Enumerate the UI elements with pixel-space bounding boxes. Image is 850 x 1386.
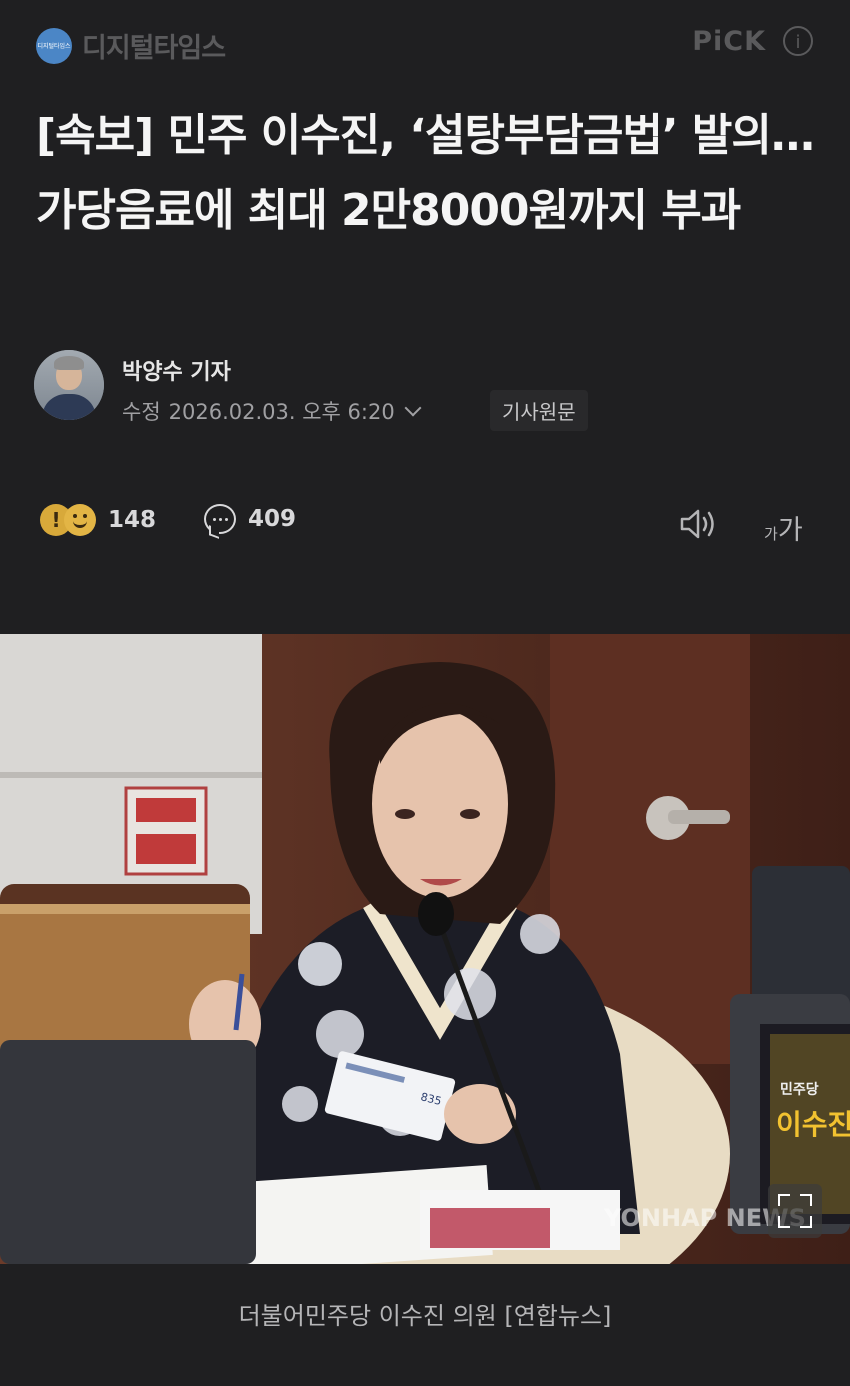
font-size-small: 가 (764, 525, 778, 543)
comment-icon (204, 504, 236, 534)
font-size-big: 가 (777, 515, 803, 546)
reporter-name[interactable]: 박양수 기자 (122, 354, 231, 386)
date-value: 2026.02.03. 오후 6:20 (168, 400, 395, 424)
date-label: 수정 (122, 400, 161, 424)
photo-caption: 더불어민주당 이수진 의원 [연합뉴스] (238, 1302, 612, 1330)
article-title: [속보] 민주 이수진, ‘설탕부담금법’ 발의…가당음료에 최대 2만8000… (36, 110, 815, 236)
press-name: 디지털타임스 (82, 33, 226, 64)
expand-icon[interactable] (768, 1184, 822, 1238)
info-icon[interactable]: i (783, 26, 813, 56)
font-size-button[interactable]: 가가 (764, 508, 803, 547)
press-logo[interactable]: 디지털타임스 디지털타임스 (36, 26, 226, 65)
press-logo-small-text: 디지털타임스 (37, 43, 71, 50)
pick-label[interactable]: PiCK (692, 26, 766, 57)
reaction-button[interactable]: ! 148 (40, 504, 156, 536)
comment-count: 409 (248, 506, 297, 532)
smile-emoji-icon (64, 504, 96, 536)
placard-line2: 이수진 (776, 1108, 850, 1141)
chevron-down-icon[interactable] (404, 399, 422, 417)
placard-line1: 민주당 (780, 1081, 819, 1098)
article-photo[interactable]: 835 민주당 이수진 YONHAP NEWS (0, 634, 850, 1264)
photo-illustration: 835 민주당 이수진 YONHAP NEWS (0, 634, 850, 1264)
original-article-button[interactable]: 기사원문 (490, 390, 588, 431)
article-actions: ! 148 409 가가 (0, 498, 850, 554)
press-logo-icon: 디지털타임스 (36, 27, 72, 64)
comment-button[interactable]: 409 (204, 504, 296, 534)
article-date[interactable]: 수정 2026.02.03. 오후 6:20 (122, 396, 422, 426)
reaction-count: 148 (108, 507, 157, 533)
header: 디지털타임스 디지털타임스 PiCK i (0, 0, 850, 90)
reporter-avatar[interactable] (34, 350, 104, 420)
speaker-icon[interactable] (678, 506, 722, 546)
